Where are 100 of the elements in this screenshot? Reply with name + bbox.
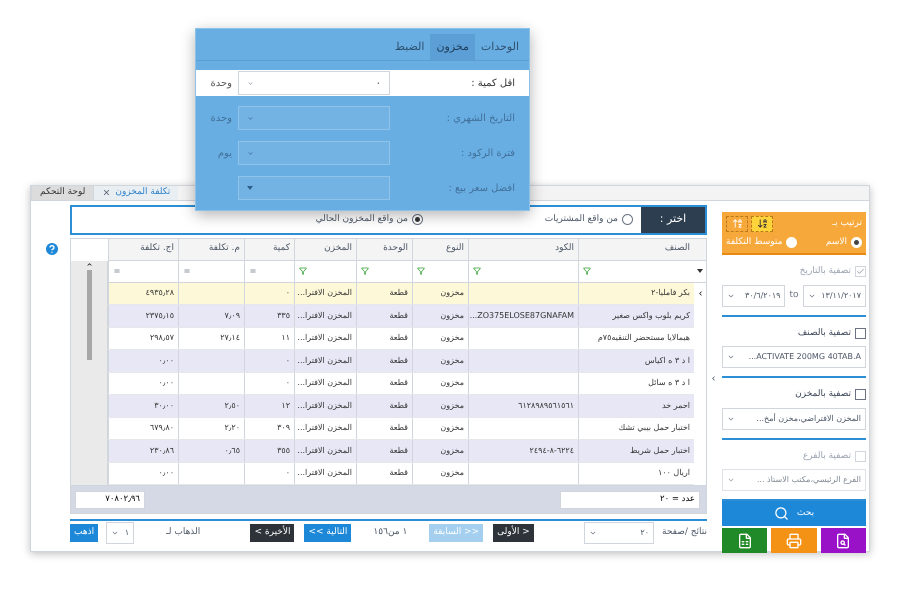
table-cell: ٠ (286, 287, 290, 300)
excel-button[interactable] (722, 528, 768, 553)
filter-icon[interactable] (417, 267, 425, 275)
page-nav-button[interactable]: التالية >> (304, 524, 352, 542)
table-cell: قطعة (389, 332, 408, 344)
column-header[interactable]: المخزن (294, 238, 356, 260)
source-label: اختر : (641, 206, 705, 232)
tab[interactable]: لوحة التحكم (31, 186, 94, 200)
table-cell: المخزن الافترا... (297, 467, 352, 480)
table-cell: المخزن الافترا... (297, 422, 352, 434)
source-option-label: من واقع المخزون الحالي (316, 212, 408, 226)
page-size-select[interactable]: ٢٠ (584, 522, 654, 544)
table-cell: قطعة (389, 287, 408, 300)
column-header[interactable]: كمية (244, 238, 294, 260)
column-header[interactable]: الوحدة (356, 238, 412, 260)
sort-option-label: الاسم (826, 236, 847, 248)
filter-select[interactable]: المخزن الافتراضي،مخزن أمخ... (722, 408, 866, 430)
filter-label: تصفية بالمخزن (795, 388, 851, 401)
equals-icon[interactable] (113, 267, 121, 275)
table-row[interactable]: اختبار حمل شريط ٦٢٢٤-٨-٢٤٩٤ مخزون قطعة المخزن الافترا... ٣٥٥ ٠٫٦٥ ٢٣٠٫٨٦ (108, 440, 694, 462)
field-value: ٠ (376, 76, 381, 90)
dropdown-caret-icon (589, 529, 597, 537)
checkbox[interactable] (855, 389, 866, 400)
close-icon[interactable] (102, 188, 112, 198)
help-icon[interactable] (44, 240, 60, 256)
popup-tab[interactable]: مخزون (430, 34, 475, 60)
table-cell: ٠٫٠٠ (158, 354, 174, 367)
table-cell: ٢٧٫١٤ (220, 332, 240, 344)
search-icon (774, 506, 789, 521)
field-label: التاريخ الشهري : (446, 112, 515, 126)
filter-icon[interactable] (473, 267, 481, 275)
radio-button[interactable] (412, 214, 423, 225)
table-cell: ٠٫٦٥ (224, 444, 240, 457)
popup-tab[interactable]: الضبط (388, 34, 430, 60)
row-count: عدد = ٢٠ (560, 490, 700, 508)
spinner-icon[interactable] (247, 80, 254, 86)
table-row[interactable]: ا د ٣ ه اكياس مخزون قطعة المخزن الافترا... ٠ ٠٫٠٠ (108, 350, 694, 372)
search-button[interactable]: بحث (722, 501, 866, 526)
table-cell: ٤٩٣٥٫٢٨ (146, 287, 174, 300)
sort-title: ترتيب بـ (832, 216, 862, 230)
table-cell: قطعة (389, 310, 408, 322)
number-field[interactable]: ٠ (238, 71, 390, 95)
table-cell: ٠ (286, 467, 290, 480)
table-cell: مخزون (440, 332, 464, 344)
column-header[interactable]: النوع (412, 238, 468, 260)
page-nav-button[interactable]: الأخيرة > (250, 524, 294, 542)
source-option-label: من واقع المشتريات (544, 212, 618, 226)
table-cell: ٧٫٠٩ (224, 310, 240, 322)
table-cell: قطعة (389, 422, 408, 434)
unit-label: وحدة (210, 112, 232, 126)
field-label: افضل سعر بيع : (447, 182, 515, 196)
unit-label: يوم (218, 146, 232, 160)
table-cell: قطعة (389, 444, 408, 457)
scroll-up-icon[interactable] (86, 260, 92, 268)
filter-label: تصفية بالصنف (798, 326, 851, 340)
equals-icon[interactable] (249, 267, 257, 275)
checkbox[interactable] (855, 328, 866, 339)
page-nav-button[interactable]: < الأولى (493, 524, 534, 542)
table-cell: ٠ (286, 354, 290, 367)
table-cell: قطعة (389, 377, 408, 390)
filter-icon[interactable] (299, 267, 307, 275)
filter-label: تصفية بالفرع (802, 450, 851, 462)
table-row[interactable]: هيمالايا مستحضر التنقيه٧٥م مخزون قطعة المخزن الافترا... ١١ ٢٧٫١٤ ٢٩٨٫٥٧ (108, 328, 694, 350)
table-cell: قطعة (389, 400, 408, 412)
table-cell: ٣٣٥ (277, 310, 290, 322)
table-cell: المخزن الافترا... (297, 332, 352, 344)
table-cell: المخزن الافترا... (297, 444, 352, 457)
document-search-icon (835, 532, 852, 548)
filter-icon[interactable] (583, 267, 591, 275)
scrollbar[interactable] (71, 260, 108, 485)
table-cell: كريم بلوب واكس صغير (612, 310, 690, 322)
sort-button[interactable] (751, 216, 773, 232)
range-separator: to (789, 288, 799, 302)
table-row[interactable]: اختبار حمل بيبي تشك مخزون قطعة المخزن الافترا... ٣٠٩ ٢٫٢٠ ٦٧٩٫٨٠ (108, 418, 694, 440)
table-cell: ٣٠٫٠٠ (154, 400, 174, 412)
table-cell: ٦١٢٨٩٨٩٥٦١٥٦١ (518, 400, 574, 412)
table-cell: اختبار حمل شريط (630, 444, 690, 457)
table-row[interactable]: بكر فامليا-٢ مخزون قطعة المخزن الافترا... ٠ ٤٩٣٥٫٢٨ (108, 282, 694, 305)
field-label: فترة الركود : (460, 146, 515, 160)
popup-tab[interactable]: الوحدات (474, 34, 525, 60)
go-button[interactable]: اذهب (70, 524, 98, 542)
table-cell: ٣٥٥ (277, 444, 290, 457)
filter-select[interactable]: ACTIVATE 200MG 40TAB.A... (722, 346, 866, 368)
column-header[interactable]: اج. تكلفة (108, 238, 178, 260)
tab[interactable]: تكلفة المخزون (93, 186, 178, 200)
preview-button[interactable] (820, 528, 866, 553)
column-header[interactable]: الصنف (578, 238, 694, 260)
goto-label: الذهاب لـ (166, 526, 200, 540)
radio-button[interactable] (622, 214, 633, 225)
table-cell: ZO375ELOSE87GNAFAM... (470, 310, 574, 322)
column-header[interactable]: م. تكلفة (178, 238, 244, 260)
page-size-label: نتائج /صفحة (662, 526, 707, 540)
table-row[interactable]: ا د ٣ ه سائل مخزون قطعة المخزن الافترا... ٠ ٠٫٠٠ (108, 372, 694, 395)
column-header[interactable]: الكود (468, 238, 578, 260)
goto-page-select[interactable]: ١ (106, 522, 134, 544)
filter-icon[interactable] (361, 267, 369, 275)
equals-icon[interactable] (183, 267, 191, 275)
table-row[interactable]: احمر خد ٦١٢٨٩٨٩٥٦١٥٦١ مخزون قطعة المخزن الافترا... ١٢ ٢٫٥٠ ٣٠٫٠٠ (108, 395, 694, 418)
table-row[interactable]: اريال ١٠٠ مخزون قطعة المخزن الافترا... ٠ ٠٫٠٠ (108, 462, 694, 485)
table-cell: ٢٩٨٫٥٧ (150, 332, 174, 344)
